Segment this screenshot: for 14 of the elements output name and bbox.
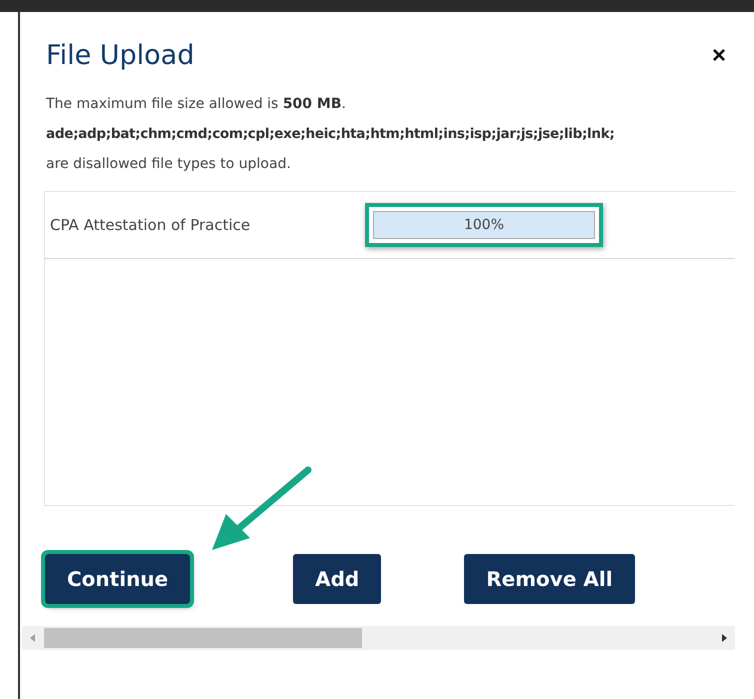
scroll-right-icon[interactable]: [719, 632, 729, 644]
scroll-left-icon[interactable]: [28, 632, 38, 644]
horizontal-scrollbar[interactable]: [22, 626, 735, 650]
size-limit-text: The maximum file size allowed is 500 MB.: [46, 95, 347, 114]
scroll-thumb[interactable]: [44, 628, 362, 648]
progress-reading: 100%: [462, 216, 506, 235]
file-name: CPA Attestation of Practice: [50, 216, 252, 234]
close-button[interactable]: ×: [708, 42, 730, 70]
dialog-title: File Upload: [46, 40, 194, 71]
action-button[interactable]: Continue: [45, 554, 190, 604]
disallowed-types-text: ade;adp;bat;chm;cmd;com;cpl;exe;heic;hta;htm;html;ins;isp;jar;js;jse;lib;lnk;: [46, 125, 616, 144]
action-button[interactable]: Remove All: [464, 554, 635, 604]
disallowed-note: are disallowed file types to upload.: [46, 155, 292, 174]
action-button[interactable]: Add: [293, 554, 382, 604]
